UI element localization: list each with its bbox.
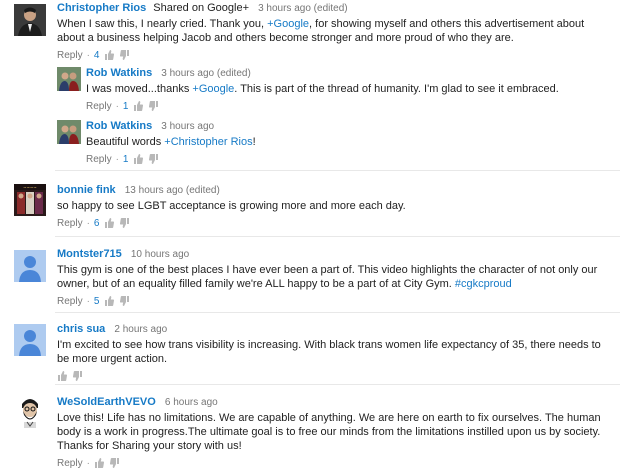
thumbs-up-icon[interactable]	[133, 154, 144, 164]
like-count: 6	[93, 217, 100, 229]
like-count: 5	[93, 295, 100, 307]
thumbs-up-icon[interactable]	[133, 101, 144, 111]
thumbs-up-icon[interactable]	[104, 296, 115, 306]
comment-timestamp[interactable]: 2 hours ago	[114, 324, 167, 335]
thumbs-down-icon[interactable]	[120, 50, 130, 60]
comment-text: I'm excited to see how trans visibility …	[57, 339, 601, 365]
thumbs-up-icon[interactable]	[57, 371, 67, 381]
avatar-rob-watkins[interactable]	[57, 120, 81, 144]
comment-author[interactable]: WeSoldEarthVEVO	[57, 396, 156, 408]
like-count: 1	[122, 100, 129, 112]
mention-link[interactable]: +Google	[267, 18, 309, 30]
comment-timestamp[interactable]: 6 hours ago	[165, 397, 218, 408]
reply-button[interactable]: Reply	[57, 458, 83, 469]
avatar-montster715[interactable]	[14, 250, 46, 282]
comment-separator	[55, 384, 620, 385]
comment-text: I was moved...thanks +Google. This is pa…	[86, 83, 559, 95]
avatar-wesoldearthvevo[interactable]	[14, 396, 46, 428]
reply-button[interactable]: Reply	[57, 218, 83, 229]
thumbs-down-icon[interactable]	[73, 371, 83, 381]
comment-author[interactable]: chris sua	[57, 323, 105, 335]
comment-timestamp[interactable]: 13 hours ago (edited)	[125, 185, 220, 196]
comment-author[interactable]: Rob Watkins	[86, 67, 152, 79]
comment-text: When I saw this, I nearly cried. Thank y…	[57, 18, 585, 44]
reply-button[interactable]: Reply	[57, 296, 83, 307]
thumbs-down-icon[interactable]	[120, 218, 130, 228]
comment-author[interactable]: Rob Watkins	[86, 120, 152, 132]
comment-timestamp[interactable]: 3 hours ago	[161, 121, 214, 132]
comment-separator	[55, 170, 620, 171]
comment-author[interactable]: bonnie fink	[57, 184, 116, 196]
hashtag-link[interactable]: #cgkcproud	[455, 278, 512, 290]
svg-text:~~~~: ~~~~	[23, 185, 36, 190]
comment-separator	[55, 236, 620, 237]
avatar-chris-sua[interactable]	[14, 324, 46, 356]
reply-button[interactable]: Reply	[57, 50, 83, 61]
reply-button[interactable]: Reply	[86, 154, 112, 165]
thumbs-down-icon[interactable]	[149, 101, 159, 111]
comment-text: Beautiful words +Christopher Rios!	[86, 136, 256, 148]
like-count: 4	[93, 49, 100, 61]
comment-timestamp[interactable]: 10 hours ago	[131, 249, 189, 260]
thumbs-up-icon[interactable]	[104, 50, 115, 60]
comment-text: so happy to see LGBT acceptance is growi…	[57, 200, 406, 212]
avatar-rob-watkins[interactable]	[57, 67, 81, 91]
thumbs-down-icon[interactable]	[149, 154, 159, 164]
avatar-bonnie-fink[interactable]: ~~~~	[14, 184, 46, 216]
like-count: 1	[122, 153, 129, 165]
comment-separator	[55, 312, 620, 313]
comment-author[interactable]: Christopher Rios	[57, 2, 146, 14]
comment-timestamp[interactable]: 3 hours ago (edited)	[161, 68, 251, 79]
comment-text: Love this! Life has no limitations. We a…	[57, 412, 601, 452]
thumbs-down-icon[interactable]	[120, 296, 130, 306]
mention-link[interactable]: +Google	[192, 83, 234, 95]
thumbs-down-icon[interactable]	[109, 458, 120, 468]
thumbs-up-icon[interactable]	[104, 218, 115, 228]
shared-on-label: Shared on Google+	[153, 2, 250, 14]
reply-button[interactable]: Reply	[86, 101, 112, 112]
comment-text: This gym is one of the best places I hav…	[57, 264, 598, 290]
mention-link[interactable]: +Christopher Rios	[164, 136, 252, 148]
thumbs-up-icon[interactable]	[94, 458, 104, 468]
comment-author[interactable]: Montster715	[57, 248, 122, 260]
avatar-christopher-rios[interactable]	[14, 4, 46, 36]
comment-timestamp[interactable]: 3 hours ago (edited)	[258, 3, 348, 14]
